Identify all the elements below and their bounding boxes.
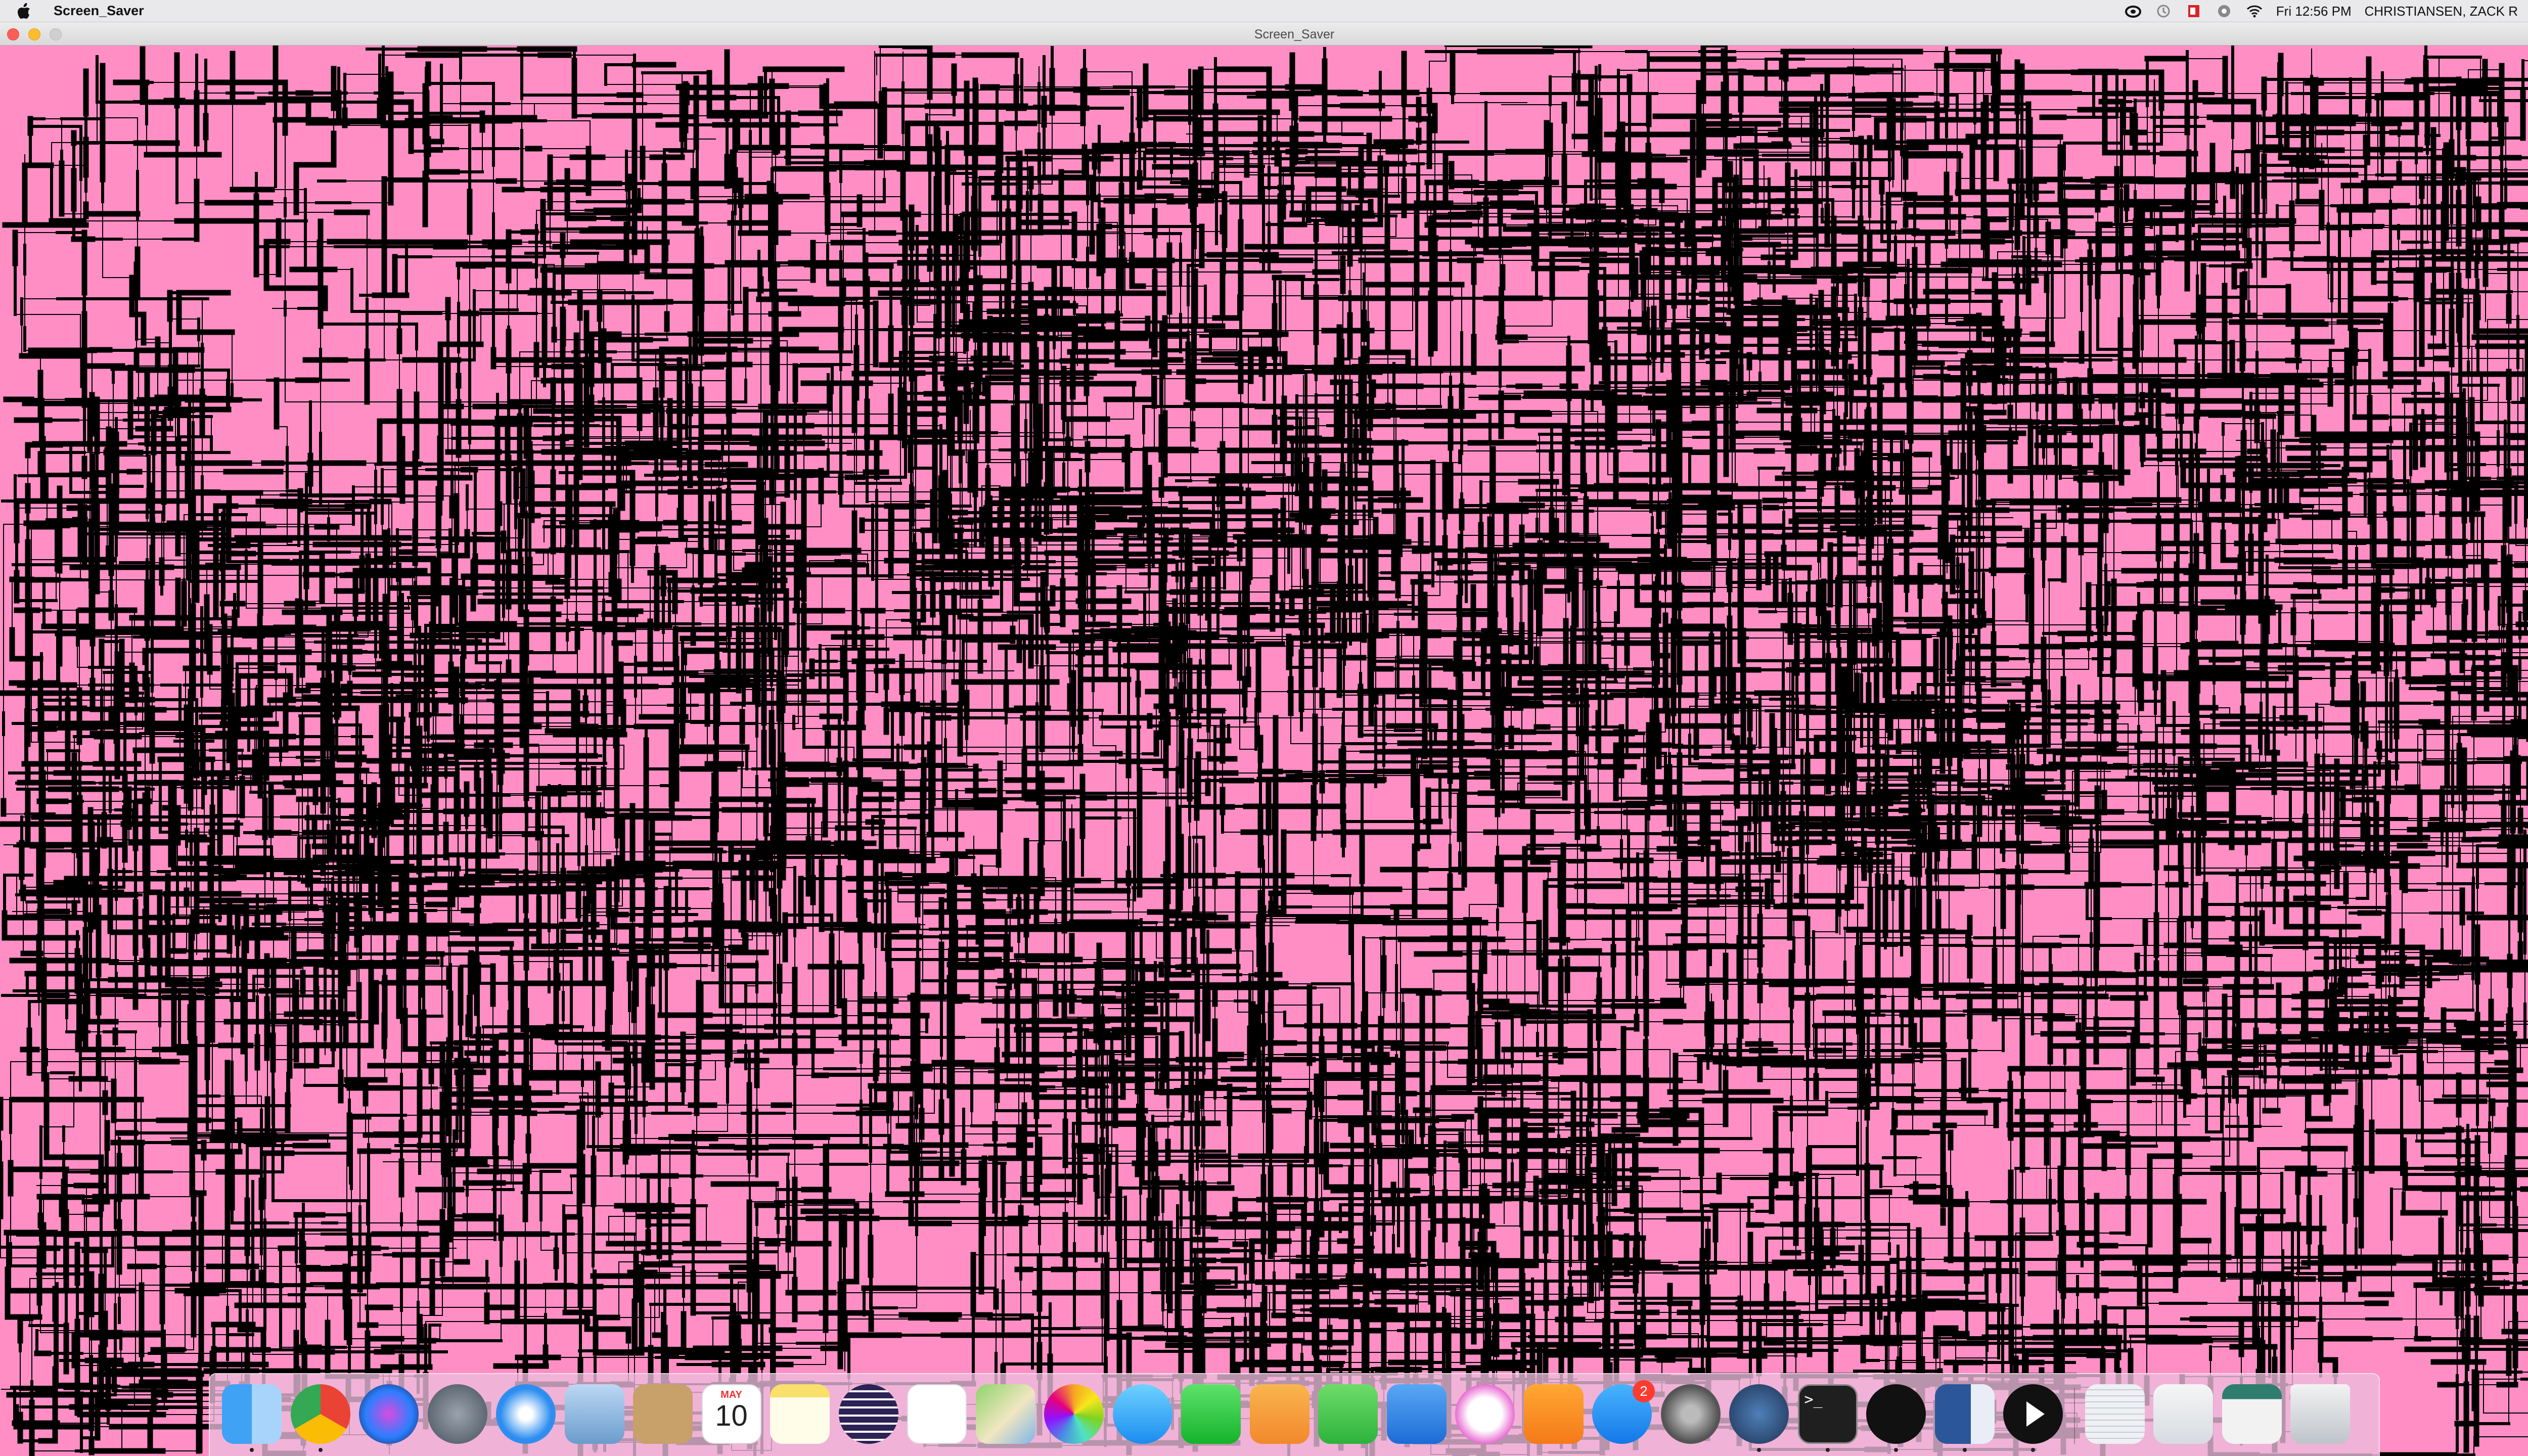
finder-icon[interactable] bbox=[222, 1384, 282, 1444]
window-title: Screen_Saver bbox=[0, 27, 2528, 42]
eclipse-icon[interactable] bbox=[838, 1384, 898, 1444]
dock-separator bbox=[2073, 1388, 2075, 1444]
word-icon[interactable] bbox=[1934, 1384, 1995, 1444]
documents-stack-icon[interactable] bbox=[2085, 1384, 2145, 1444]
menubar-clock[interactable]: Fri 12:56 PM bbox=[2276, 4, 2352, 19]
terminal-prompt: >_ bbox=[1804, 1391, 1856, 1408]
window-title-bar: Screen_Saver bbox=[0, 22, 2528, 46]
running-indicator bbox=[1825, 1448, 1830, 1452]
keynote-icon[interactable] bbox=[1386, 1384, 1447, 1444]
chrome-icon[interactable] bbox=[290, 1384, 350, 1444]
ibooks-icon[interactable] bbox=[1523, 1384, 1584, 1444]
play-triangle bbox=[2026, 1401, 2045, 1427]
messages-icon[interactable] bbox=[1112, 1384, 1172, 1444]
notes-icon[interactable] bbox=[770, 1384, 830, 1444]
calendar-icon[interactable]: MAY 10 bbox=[701, 1384, 761, 1444]
contacts-icon[interactable] bbox=[633, 1384, 693, 1444]
calendar-day: 10 bbox=[703, 1401, 760, 1431]
running-indicator bbox=[1757, 1448, 1761, 1452]
reminders-icon[interactable] bbox=[907, 1384, 967, 1444]
app-store-icon[interactable]: 2 bbox=[1592, 1380, 1655, 1444]
terminal-icon[interactable]: >_ bbox=[1797, 1384, 1858, 1444]
mail-icon[interactable] bbox=[564, 1384, 624, 1444]
chrome-sync-icon[interactable] bbox=[2216, 4, 2233, 19]
app-menu-name[interactable]: Screen_Saver bbox=[54, 3, 144, 19]
adobe-acrobat-icon[interactable] bbox=[2185, 4, 2202, 19]
time-machine-icon[interactable] bbox=[2155, 4, 2172, 19]
menubar-user[interactable]: CHRISTIANSEN, ZACK R bbox=[2365, 4, 2518, 19]
numbers-icon[interactable] bbox=[1318, 1384, 1378, 1444]
downloads-stack-icon[interactable] bbox=[2153, 1384, 2213, 1444]
facetime-icon[interactable] bbox=[1181, 1384, 1241, 1444]
creative-cloud-icon[interactable] bbox=[2125, 4, 2142, 19]
pages-icon[interactable] bbox=[1249, 1384, 1310, 1444]
apple-menu-icon[interactable] bbox=[17, 3, 31, 19]
bbedit-icon[interactable] bbox=[1866, 1384, 1926, 1444]
safari-icon[interactable] bbox=[496, 1384, 556, 1444]
running-indicator bbox=[2031, 1448, 2035, 1452]
processing-icon[interactable] bbox=[1729, 1384, 1789, 1444]
screen-saver-canvas[interactable] bbox=[0, 46, 2528, 1456]
launchpad-icon[interactable] bbox=[427, 1384, 487, 1444]
dock: MAY 10 2 >_ bbox=[209, 1373, 2380, 1456]
menu-bar: Screen_Saver Fri 12:56 PM CHRISTIANSEN, … bbox=[0, 0, 2528, 22]
random-walk-drawing bbox=[0, 46, 2528, 1456]
running-indicator bbox=[318, 1448, 323, 1452]
wifi-icon[interactable] bbox=[2246, 4, 2263, 19]
running-indicator bbox=[1894, 1448, 1898, 1452]
screenshots-stack-icon[interactable] bbox=[2222, 1384, 2282, 1444]
system-preferences-icon[interactable] bbox=[1660, 1384, 1721, 1444]
notification-badge: 2 bbox=[1633, 1380, 1655, 1402]
trash-icon[interactable] bbox=[2290, 1384, 2350, 1444]
itunes-icon[interactable] bbox=[1455, 1384, 1515, 1444]
running-indicator bbox=[250, 1448, 254, 1452]
maps-icon[interactable] bbox=[975, 1384, 1035, 1444]
photos-icon[interactable] bbox=[1044, 1384, 1104, 1444]
siri-icon[interactable] bbox=[359, 1384, 419, 1444]
play-icon[interactable] bbox=[2003, 1384, 2063, 1444]
menu-extras: Fri 12:56 PM CHRISTIANSEN, ZACK R bbox=[2125, 0, 2528, 22]
running-indicator bbox=[1962, 1448, 1967, 1452]
